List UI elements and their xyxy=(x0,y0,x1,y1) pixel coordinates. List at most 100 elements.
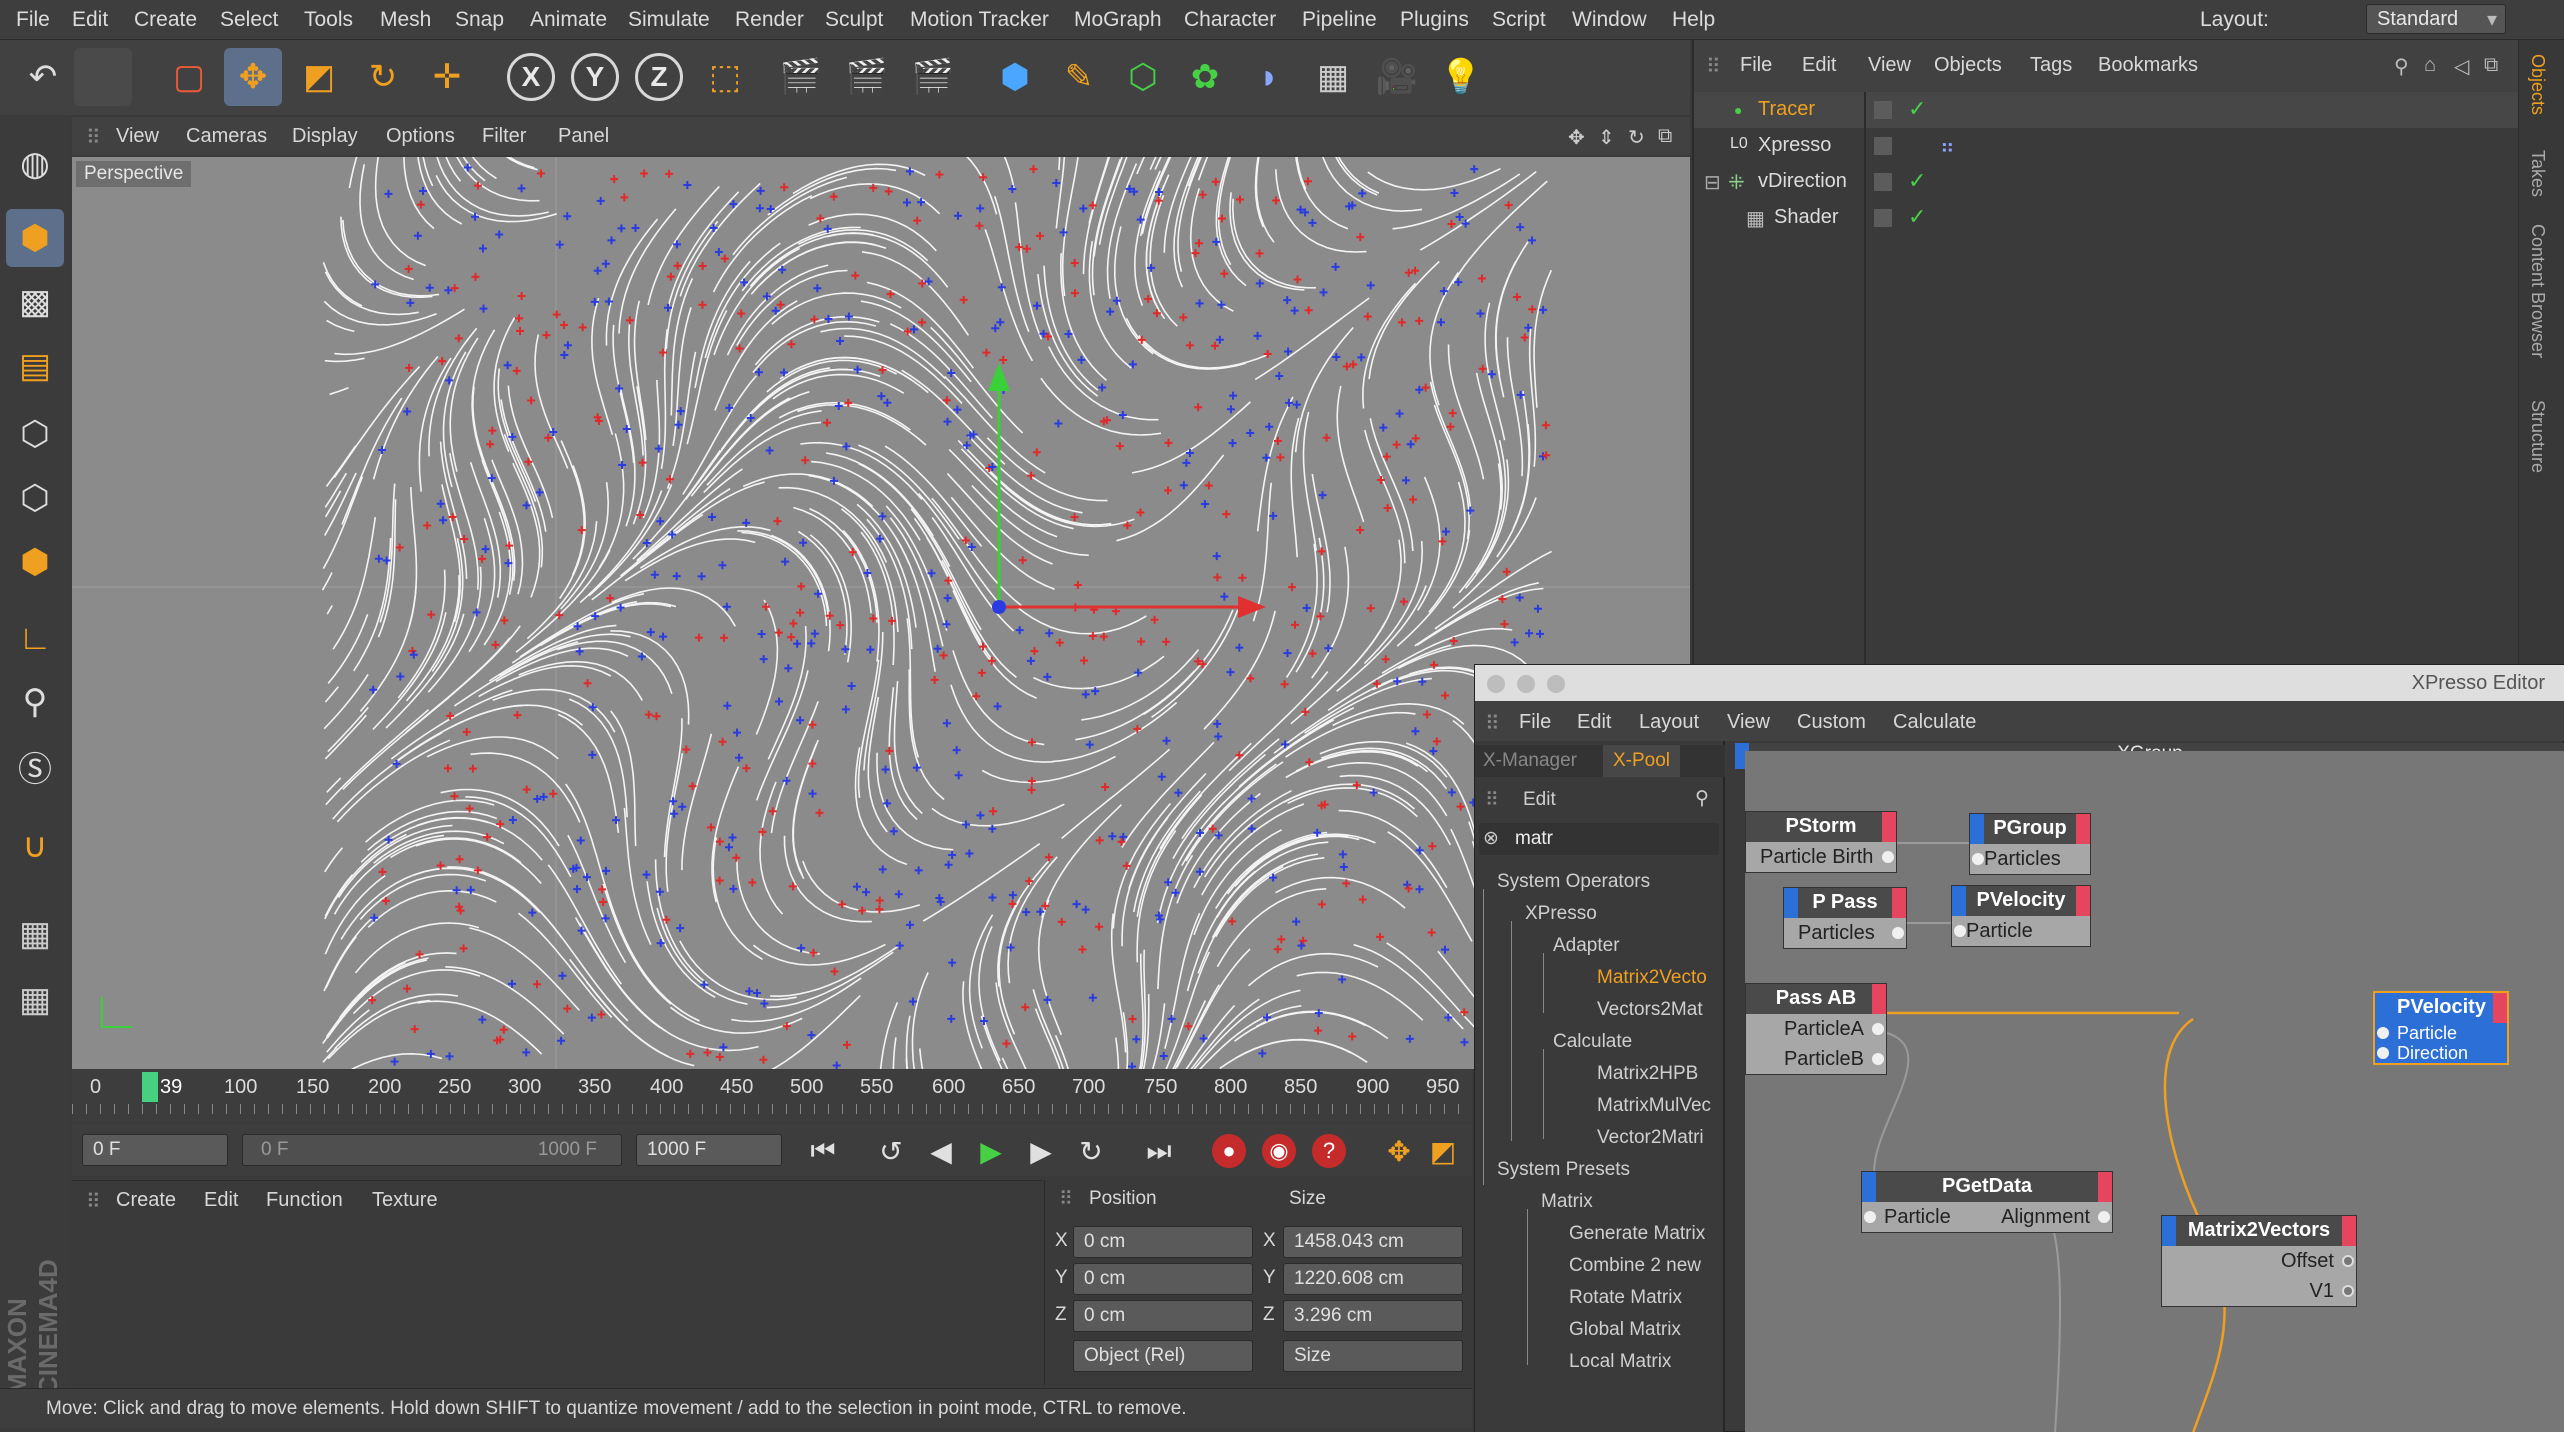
viewport-menu-filter[interactable]: Filter xyxy=(482,125,526,148)
node-ppass[interactable]: P Pass Particles xyxy=(1783,887,1907,949)
enabled-check-icon[interactable]: ✓ xyxy=(1908,168,1926,194)
viewport-menu-options[interactable]: Options xyxy=(386,125,455,148)
viewport-menu-cameras[interactable]: Cameras xyxy=(186,125,267,148)
render-settings-icon[interactable]: 🎬 xyxy=(904,48,962,106)
tab-content-browser[interactable]: Content Browser xyxy=(2527,224,2548,358)
points-mode-icon[interactable]: ⬡ xyxy=(6,405,64,463)
back-icon[interactable]: ◁ xyxy=(2454,54,2469,79)
scale-tool-icon[interactable]: ◩ xyxy=(290,48,348,106)
go-to-start-icon[interactable]: ⏮ xyxy=(802,1132,844,1170)
perspective-viewport[interactable]: Perspective xyxy=(72,157,1690,1069)
xpresso-menu-layout[interactable]: Layout xyxy=(1639,711,1699,734)
tree-item[interactable]: Vector2Matri xyxy=(1597,1127,1704,1149)
pool-edit-menu[interactable]: Edit xyxy=(1523,789,1556,811)
menu-help[interactable]: Help xyxy=(1672,8,1715,32)
tree-item[interactable]: System Presets xyxy=(1497,1159,1630,1181)
output-port[interactable] xyxy=(2342,1255,2354,1267)
output-port[interactable] xyxy=(2098,1211,2110,1223)
menu-plugins[interactable]: Plugins xyxy=(1400,8,1469,32)
node-matrix2vectors[interactable]: Matrix2Vectors Offset V1 xyxy=(2161,1215,2357,1307)
input-port[interactable] xyxy=(1864,1211,1876,1223)
output-port[interactable] xyxy=(1892,927,1904,939)
tab-objects[interactable]: Objects xyxy=(2527,54,2548,115)
tab-x-manager[interactable]: X-Manager xyxy=(1483,750,1577,772)
size-x-field[interactable]: 1458.043 cm xyxy=(1283,1226,1463,1258)
tree-item[interactable]: Global Matrix xyxy=(1569,1319,1681,1341)
tree-item[interactable]: MatrixMulVec xyxy=(1597,1095,1711,1117)
xpresso-node-graph[interactable]: PStorm Particle Birth PGroup Particles P… xyxy=(1745,751,2564,1432)
planar-workplane-icon[interactable]: ▦ xyxy=(6,971,64,1029)
viewport-move-icon[interactable]: ✥ xyxy=(1568,125,1585,150)
next-key-icon[interactable]: ↻ xyxy=(1070,1132,1112,1170)
locked-workplane-icon[interactable]: ▦ xyxy=(6,905,64,963)
make-editable-icon[interactable]: ◍ xyxy=(6,135,64,193)
next-frame-icon[interactable]: ▶ xyxy=(1020,1132,1062,1170)
coordinate-system-icon[interactable]: ⬚ xyxy=(696,48,754,106)
tab-takes[interactable]: Takes xyxy=(2527,150,2548,197)
menu-simulate[interactable]: Simulate xyxy=(628,8,710,32)
position-x-field[interactable]: 0 cm xyxy=(1073,1226,1253,1258)
floor-icon[interactable]: ▦ xyxy=(1304,48,1362,106)
menu-mograph[interactable]: MoGraph xyxy=(1074,8,1162,32)
previous-frame-icon[interactable]: ◀ xyxy=(920,1132,962,1170)
viewport-rotate-icon[interactable]: ↻ xyxy=(1628,125,1645,150)
search-icon[interactable]: ⚲ xyxy=(1695,787,1709,810)
polygons-mode-icon[interactable]: ⬢ xyxy=(6,533,64,591)
menu-window[interactable]: Window xyxy=(1572,8,1647,32)
menu-render[interactable]: Render xyxy=(735,8,804,32)
collapse-icon[interactable]: ⊟ xyxy=(1704,170,1721,195)
node-pvelocity-selected[interactable]: PVelocity Particle Direction xyxy=(2373,991,2509,1065)
viewport-menu-view[interactable]: View xyxy=(116,125,159,148)
xpresso-menu-file[interactable]: File xyxy=(1519,711,1551,734)
size-z-field[interactable]: 3.296 cm xyxy=(1283,1300,1463,1332)
cloner-icon[interactable]: ✿ xyxy=(1176,48,1234,106)
node-pgetdata[interactable]: PGetData Particle Alignment xyxy=(1861,1171,2113,1233)
objects-menu-view[interactable]: View xyxy=(1868,54,1911,77)
viewport-zoom-icon[interactable]: ⇕ xyxy=(1598,125,1615,150)
magnet-icon[interactable]: ∪ xyxy=(6,817,64,875)
rotate-tool-icon[interactable]: ↻ xyxy=(354,48,412,106)
render-picture-viewer-icon[interactable]: 🎬 xyxy=(838,48,896,106)
axis-mode-icon[interactable]: ∟ xyxy=(6,609,64,667)
output-port[interactable] xyxy=(1872,1053,1884,1065)
new-window-icon[interactable]: ⧉ xyxy=(2484,54,2498,77)
texture-mode-icon[interactable]: ▩ xyxy=(6,273,64,331)
tweak-mode-icon[interactable]: ⚲ xyxy=(6,673,64,731)
output-port[interactable] xyxy=(1872,1023,1884,1035)
zoom-window-icon[interactable] xyxy=(1547,675,1565,693)
node-pgroup[interactable]: PGroup Particles xyxy=(1969,813,2091,875)
menu-sculpt[interactable]: Sculpt xyxy=(825,8,883,32)
search-icon[interactable]: ⚲ xyxy=(2394,54,2409,79)
record-icon[interactable]: ● xyxy=(1212,1134,1246,1168)
output-port[interactable] xyxy=(2342,1285,2354,1297)
objects-menu-file[interactable]: File xyxy=(1740,54,1772,77)
live-selection-icon[interactable]: ▢ xyxy=(160,48,218,106)
pool-search-input[interactable]: ⊗ matr xyxy=(1479,823,1719,855)
objects-menu-objects[interactable]: Objects xyxy=(1934,54,2002,77)
edges-mode-icon[interactable]: ⬡ xyxy=(6,469,64,527)
menu-select[interactable]: Select xyxy=(220,8,278,32)
menu-file[interactable]: File xyxy=(16,8,50,32)
previous-key-icon[interactable]: ↺ xyxy=(870,1132,912,1170)
snap-icon[interactable]: Ⓢ xyxy=(6,737,64,795)
deformer-icon[interactable]: ◗ xyxy=(1240,48,1298,106)
xpresso-menu-view[interactable]: View xyxy=(1727,711,1770,734)
y-axis-lock-button[interactable]: Y xyxy=(566,48,624,106)
minimize-window-icon[interactable] xyxy=(1517,675,1535,693)
tree-item[interactable]: XPresso xyxy=(1525,903,1597,925)
layout-select[interactable]: Standard xyxy=(2366,4,2506,34)
render-view-icon[interactable]: 🎬 xyxy=(772,48,830,106)
tree-item[interactable]: Matrix xyxy=(1541,1191,1593,1213)
frame-range-slider[interactable]: 0 F 1000 F xyxy=(242,1134,622,1166)
transform-tool-icon[interactable]: ✛ xyxy=(418,48,476,106)
end-frame-field[interactable]: 1000 F xyxy=(636,1134,782,1166)
scale-key-icon[interactable]: ◩ xyxy=(1422,1132,1464,1170)
size-y-field[interactable]: 1220.608 cm xyxy=(1283,1263,1463,1295)
viewport-menu-display[interactable]: Display xyxy=(292,125,358,148)
tree-item[interactable]: Combine 2 new xyxy=(1569,1255,1701,1277)
tree-item[interactable]: Matrix2HPB xyxy=(1597,1063,1698,1085)
tree-item[interactable]: Local Matrix xyxy=(1569,1351,1671,1373)
layer-swatch[interactable] xyxy=(1874,137,1892,155)
xpresso-menu-custom[interactable]: Custom xyxy=(1797,711,1866,734)
xpresso-titlebar[interactable]: XPresso Editor xyxy=(1475,665,2564,701)
